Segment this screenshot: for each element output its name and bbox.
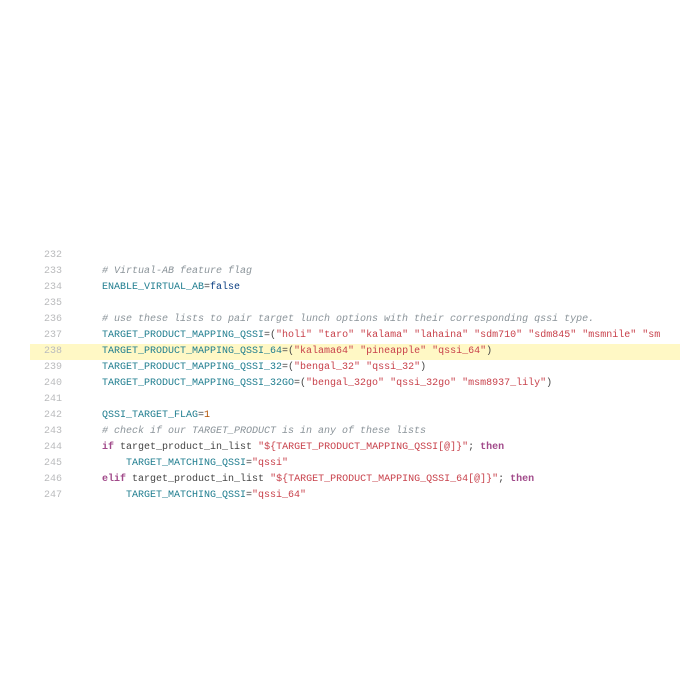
code-line: 232 bbox=[30, 248, 680, 264]
token-str: "sdm710" bbox=[474, 330, 522, 341]
line-number: 232 bbox=[30, 248, 74, 264]
line-content: TARGET_PRODUCT_MAPPING_QSSI_32=("bengal_… bbox=[74, 360, 426, 376]
token-comment: # Virtual-AB feature flag bbox=[102, 266, 252, 277]
line-content: TARGET_MATCHING_QSSI="qssi" bbox=[74, 456, 288, 472]
token-kw: then bbox=[510, 474, 534, 485]
line-number: 238 bbox=[30, 344, 74, 360]
token-str: "qssi_64" bbox=[252, 490, 306, 501]
code-line: 236 # use these lists to pair target lunc… bbox=[30, 312, 680, 328]
line-content: # use these lists to pair target lunch o… bbox=[74, 312, 594, 328]
token-str: "kalama" bbox=[360, 330, 408, 341]
line-number: 242 bbox=[30, 408, 74, 424]
line-number: 247 bbox=[30, 488, 74, 504]
token-var: QSSI_TARGET_FLAG bbox=[102, 410, 198, 421]
line-content: TARGET_PRODUCT_MAPPING_QSSI=("holi" "tar… bbox=[74, 328, 660, 344]
token-kw: then bbox=[480, 442, 504, 453]
token-str: "qssi_32go" bbox=[390, 378, 456, 389]
line-number: 243 bbox=[30, 424, 74, 440]
token-punct: ) bbox=[546, 378, 552, 389]
token-comment: # use these lists to pair target lunch o… bbox=[102, 314, 594, 325]
line-content: # check if our TARGET_PRODUCT is in any … bbox=[74, 424, 426, 440]
token-bool: false bbox=[210, 282, 240, 293]
token-kw: if bbox=[102, 442, 114, 453]
token-punct: =( bbox=[294, 378, 306, 389]
code-line: 242QSSI_TARGET_FLAG=1 bbox=[30, 408, 680, 424]
line-number: 235 bbox=[30, 296, 74, 312]
code-line: 235 bbox=[30, 296, 680, 312]
token-str: "qssi_32" bbox=[366, 362, 420, 373]
token-kw: elif bbox=[102, 474, 126, 485]
code-line: 239TARGET_PRODUCT_MAPPING_QSSI_32=("beng… bbox=[30, 360, 680, 376]
code-line: 243 # check if our TARGET_PRODUCT is in a… bbox=[30, 424, 680, 440]
code-line: 237TARGET_PRODUCT_MAPPING_QSSI=("holi" "… bbox=[30, 328, 680, 344]
token-var: TARGET_MATCHING_QSSI bbox=[126, 458, 246, 469]
token-str: "taro" bbox=[318, 330, 354, 341]
line-number: 234 bbox=[30, 280, 74, 296]
token-str: "sm bbox=[642, 330, 660, 341]
token-str: "${TARGET_PRODUCT_MAPPING_QSSI_64[@]}" bbox=[270, 474, 498, 485]
token-str: "qssi_64" bbox=[432, 346, 486, 357]
code-line: 245TARGET_MATCHING_QSSI="qssi" bbox=[30, 456, 680, 472]
token-var: ENABLE_VIRTUAL_AB bbox=[102, 282, 204, 293]
line-content: TARGET_PRODUCT_MAPPING_QSSI_32GO=("benga… bbox=[74, 376, 552, 392]
token-str: "msm8937_lily" bbox=[462, 378, 546, 389]
line-number: 237 bbox=[30, 328, 74, 344]
token-fn: target_product_in_list bbox=[120, 442, 252, 453]
token-str: "qssi" bbox=[252, 458, 288, 469]
token-num: 1 bbox=[204, 410, 210, 421]
line-content: elif target_product_in_list "${TARGET_PR… bbox=[74, 472, 534, 488]
token-str: "sdm845" bbox=[528, 330, 576, 341]
line-number: 240 bbox=[30, 376, 74, 392]
token-punct: ; bbox=[498, 474, 510, 485]
line-content: if target_product_in_list "${TARGET_PROD… bbox=[74, 440, 504, 456]
code-line: 244if target_product_in_list "${TARGET_P… bbox=[30, 440, 680, 456]
line-number: 246 bbox=[30, 472, 74, 488]
token-str: "lahaina" bbox=[414, 330, 468, 341]
line-content: # Virtual-AB feature flag bbox=[74, 264, 252, 280]
line-content: QSSI_TARGET_FLAG=1 bbox=[74, 408, 210, 424]
token-str: "pineapple" bbox=[360, 346, 426, 357]
token-var: TARGET_PRODUCT_MAPPING_QSSI_32GO bbox=[102, 378, 294, 389]
code-line: 234ENABLE_VIRTUAL_AB=false bbox=[30, 280, 680, 296]
line-number: 244 bbox=[30, 440, 74, 456]
token-str: "${TARGET_PRODUCT_MAPPING_QSSI[@]}" bbox=[258, 442, 468, 453]
line-content: TARGET_MATCHING_QSSI="qssi_64" bbox=[74, 488, 306, 504]
line-number: 239 bbox=[30, 360, 74, 376]
token-str: "bengal_32go" bbox=[306, 378, 384, 389]
code-line: 240TARGET_PRODUCT_MAPPING_QSSI_32GO=("be… bbox=[30, 376, 680, 392]
code-line: 241 bbox=[30, 392, 680, 408]
token-punct: =( bbox=[282, 346, 294, 357]
code-line: 233 # Virtual-AB feature flag bbox=[30, 264, 680, 280]
code-block: 232233# Virtual-AB feature flag234ENABLE… bbox=[30, 248, 680, 504]
token-str: "holi" bbox=[276, 330, 312, 341]
token-str: "msmnile" bbox=[582, 330, 636, 341]
line-number: 233 bbox=[30, 264, 74, 280]
code-line: 238TARGET_PRODUCT_MAPPING_QSSI_64=("kala… bbox=[30, 344, 680, 360]
code-line: 246elif target_product_in_list "${TARGET… bbox=[30, 472, 680, 488]
line-number: 245 bbox=[30, 456, 74, 472]
line-content: TARGET_PRODUCT_MAPPING_QSSI_64=("kalama6… bbox=[74, 344, 492, 360]
line-number: 241 bbox=[30, 392, 74, 408]
token-punct: ; bbox=[468, 442, 480, 453]
token-str: "bengal_32" bbox=[294, 362, 360, 373]
token-punct: ) bbox=[420, 362, 426, 373]
token-punct: =( bbox=[264, 330, 276, 341]
line-content: ENABLE_VIRTUAL_AB=false bbox=[74, 280, 240, 296]
token-fn: target_product_in_list bbox=[132, 474, 264, 485]
line-number: 236 bbox=[30, 312, 74, 328]
token-punct: =( bbox=[282, 362, 294, 373]
token-var: TARGET_PRODUCT_MAPPING_QSSI_32 bbox=[102, 362, 282, 373]
token-punct: ) bbox=[486, 346, 492, 357]
token-var: TARGET_PRODUCT_MAPPING_QSSI_64 bbox=[102, 346, 282, 357]
token-var: TARGET_PRODUCT_MAPPING_QSSI bbox=[102, 330, 264, 341]
token-var: TARGET_MATCHING_QSSI bbox=[126, 490, 246, 501]
code-line: 247TARGET_MATCHING_QSSI="qssi_64" bbox=[30, 488, 680, 504]
token-str: "kalama64" bbox=[294, 346, 354, 357]
token-comment: # check if our TARGET_PRODUCT is in any … bbox=[102, 426, 426, 437]
